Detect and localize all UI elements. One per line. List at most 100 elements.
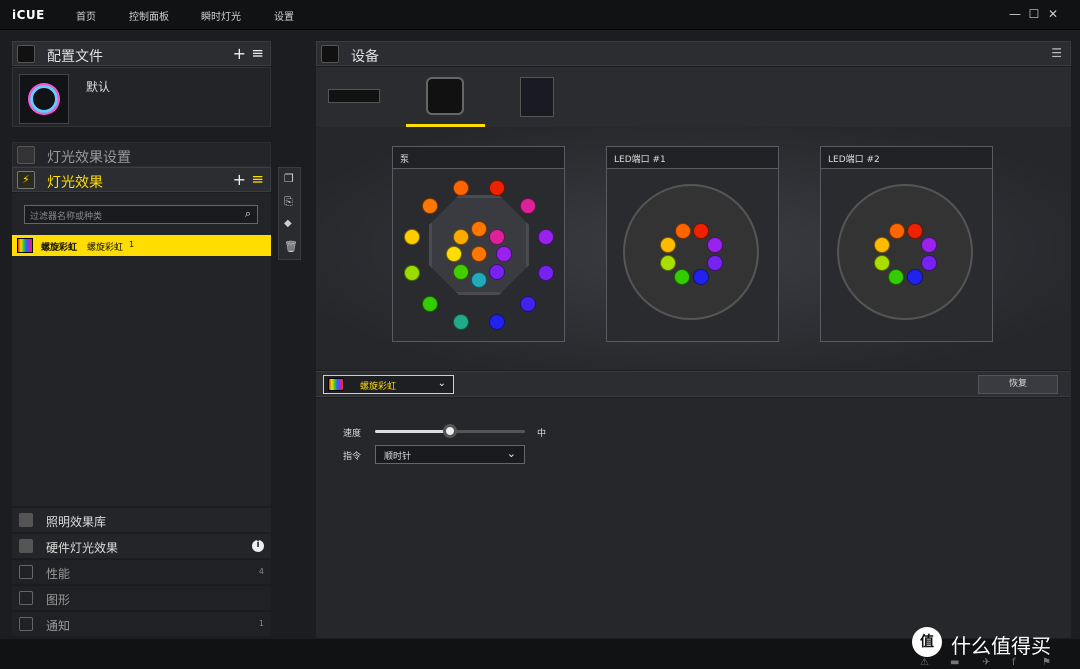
led-dot[interactable]: [446, 246, 462, 262]
chevron-down-icon: ⌄: [437, 378, 446, 389]
performance-icon: [19, 565, 33, 579]
move-icon[interactable]: ◆: [284, 218, 292, 229]
card-led-port-2[interactable]: LED端口 #2: [820, 146, 993, 342]
led-dot[interactable]: [471, 272, 487, 288]
nav-instant-lighting[interactable]: 瞬时灯光: [201, 8, 241, 23]
profile-item-default[interactable]: 默认: [12, 67, 271, 127]
led-dot[interactable]: [907, 223, 923, 239]
led-dot[interactable]: [471, 246, 487, 262]
hardware-lighting-row[interactable]: 硬件灯光效果 i: [12, 533, 271, 558]
led-dot[interactable]: [453, 180, 469, 196]
rainbow-swatch-icon: [17, 238, 33, 253]
effect-select[interactable]: 螺旋彩虹 ⌄: [323, 375, 454, 394]
device-cooler[interactable]: [426, 77, 464, 115]
speed-slider[interactable]: [375, 424, 525, 438]
search-icon[interactable]: ⌕: [245, 207, 251, 221]
led-dot[interactable]: [660, 237, 676, 253]
card-led-port-1[interactable]: LED端口 #1: [606, 146, 779, 342]
led-dot[interactable]: [538, 265, 554, 281]
folder-icon: [19, 513, 33, 527]
effect-item-count: 1: [129, 240, 135, 249]
corsair-icon[interactable]: ⚑: [1042, 657, 1051, 668]
lighting-settings-header[interactable]: 灯光效果设置: [12, 142, 271, 167]
nav-settings[interactable]: 设置: [274, 8, 294, 23]
led-dot[interactable]: [889, 223, 905, 239]
lighting-effects-header: ⚡ 灯光效果 + ≡: [12, 167, 271, 192]
led-dot[interactable]: [674, 269, 690, 285]
led-dot[interactable]: [707, 237, 723, 253]
effect-menu-button[interactable]: ≡: [251, 170, 264, 188]
led-dot[interactable]: [489, 180, 505, 196]
led-dot[interactable]: [404, 229, 420, 245]
copy-icon[interactable]: ❐: [284, 172, 294, 185]
notifications-row[interactable]: 通知 1: [12, 611, 271, 636]
led-dot[interactable]: [453, 264, 469, 280]
led-dot[interactable]: [675, 223, 691, 239]
nav-dashboard[interactable]: 控制面板: [129, 8, 169, 23]
led-dot[interactable]: [471, 221, 487, 237]
effect-item-spiral-rainbow[interactable]: 螺旋彩虹 螺旋彩虹 1: [12, 235, 271, 256]
led-dot[interactable]: [520, 198, 536, 214]
direction-select[interactable]: 顺时针 ⌄: [375, 445, 525, 464]
led-dot[interactable]: [907, 269, 923, 285]
device-motherboard[interactable]: [520, 77, 554, 117]
led-dot[interactable]: [693, 269, 709, 285]
led-dot[interactable]: [404, 265, 420, 281]
share-icon[interactable]: ⚠: [920, 657, 929, 668]
card-led-port-1-title-bar: LED端口 #1: [607, 147, 778, 169]
speed-value: 中: [537, 429, 547, 439]
led-dot[interactable]: [707, 255, 723, 271]
led-dot[interactable]: [888, 269, 904, 285]
nav-home[interactable]: 首页: [76, 8, 96, 23]
led-dot[interactable]: [538, 229, 554, 245]
facebook-icon[interactable]: f: [1012, 657, 1016, 668]
chat-icon: [19, 617, 33, 631]
led-dot[interactable]: [489, 314, 505, 330]
minimize-button[interactable]: —: [1007, 7, 1023, 21]
twitter-icon[interactable]: ✈: [982, 657, 990, 668]
effect-toolbar: ❐ ⎘ ◆ 🗑: [278, 167, 301, 260]
led-dot[interactable]: [496, 246, 512, 262]
performance-row[interactable]: 性能 4: [12, 559, 271, 584]
led-dot[interactable]: [453, 314, 469, 330]
add-profile-button[interactable]: +: [233, 44, 246, 63]
led-dot[interactable]: [874, 237, 890, 253]
speed-label: 速度: [343, 429, 362, 439]
led-dot[interactable]: [520, 296, 536, 312]
card-led-port-2-body: [821, 169, 992, 341]
add-effect-button[interactable]: +: [233, 170, 246, 189]
led-dot[interactable]: [921, 237, 937, 253]
graphics-row[interactable]: 图形: [12, 585, 271, 610]
led-dot[interactable]: [489, 264, 505, 280]
speed-slider-thumb[interactable]: [443, 424, 457, 438]
close-button[interactable]: ✕: [1045, 7, 1061, 21]
paste-icon[interactable]: ⎘: [284, 195, 293, 209]
led-dot[interactable]: [874, 255, 890, 271]
led-dot[interactable]: [693, 223, 709, 239]
led-dot[interactable]: [422, 296, 438, 312]
info-icon[interactable]: i: [252, 540, 264, 552]
device-ram[interactable]: [328, 89, 380, 103]
watermark-text: 什么值得买: [951, 634, 1051, 658]
performance-label: 性能: [46, 567, 71, 581]
led-dot[interactable]: [921, 255, 937, 271]
app-logo: iCUE: [12, 8, 45, 22]
maximize-button[interactable]: ☐: [1026, 7, 1042, 21]
delete-icon[interactable]: 🗑: [284, 240, 298, 253]
card-pump[interactable]: 泵: [392, 146, 565, 342]
led-dot[interactable]: [453, 229, 469, 245]
direction-label: 指令: [343, 452, 362, 462]
restore-button[interactable]: 恢复: [978, 375, 1058, 394]
profile-menu-button[interactable]: ≡: [251, 44, 264, 62]
filter-input[interactable]: 过滤器名称或种类 ⌕: [24, 205, 258, 224]
message-icon[interactable]: ▬: [950, 657, 959, 668]
notifications-count: 1: [258, 619, 264, 628]
card-led-port-1-title: LED端口 #1: [614, 155, 666, 165]
led-dot[interactable]: [422, 198, 438, 214]
wrench-icon: [17, 146, 35, 164]
devices-menu-icon[interactable]: ☰: [1051, 46, 1062, 60]
lighting-library-row[interactable]: 照明效果库: [12, 507, 271, 532]
led-dot[interactable]: [660, 255, 676, 271]
led-dot[interactable]: [489, 229, 505, 245]
power-icon: [30, 85, 58, 113]
